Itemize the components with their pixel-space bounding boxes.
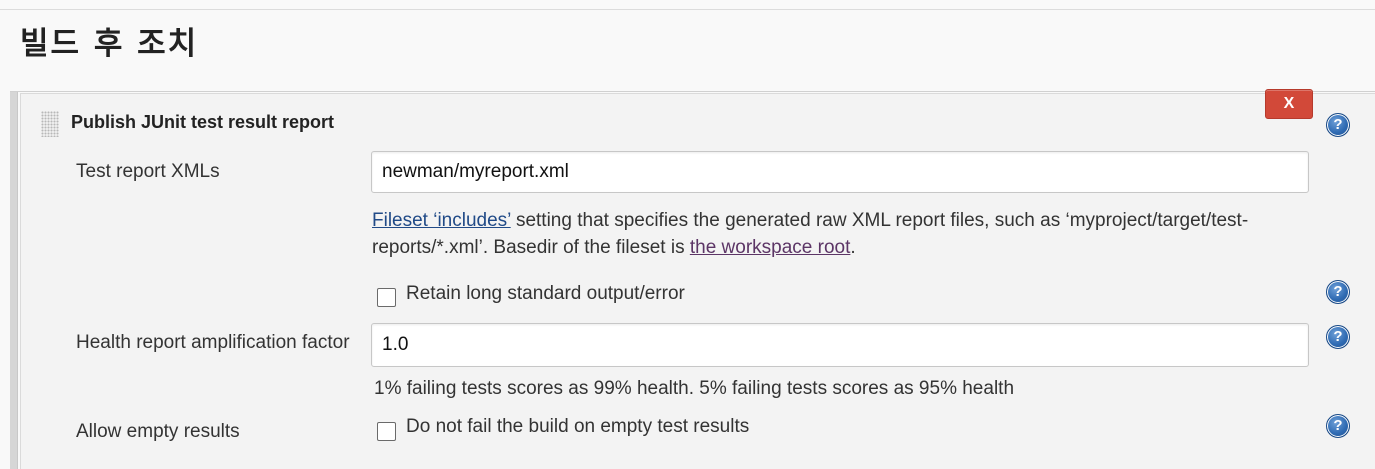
health-factor-input[interactable] (371, 323, 1309, 367)
description-text-2: . (850, 237, 856, 258)
test-report-label: Test report XMLs (76, 161, 220, 182)
health-factor-hint: 1% failing tests scores as 99% health. 5… (374, 378, 1015, 399)
allow-empty-checkbox[interactable] (377, 422, 396, 441)
workspace-root-link[interactable]: the workspace root (690, 237, 851, 258)
section-left-bar (10, 92, 18, 469)
retain-output-label: Retain long standard output/error (406, 283, 685, 304)
fileset-includes-link[interactable]: Fileset ‘includes’ (372, 210, 511, 231)
drag-handle-icon[interactable] (41, 111, 59, 137)
retain-output-help-icon[interactable]: ? (1326, 280, 1350, 304)
retain-output-checkbox[interactable] (377, 288, 396, 307)
junit-step-panel (20, 93, 1375, 469)
allow-empty-label: Allow empty results (76, 421, 240, 442)
test-report-input[interactable] (371, 151, 1309, 193)
health-factor-label: Health report amplification factor (76, 332, 350, 353)
section-divider (10, 91, 1375, 92)
allow-empty-checkbox-label: Do not fail the build on empty test resu… (406, 416, 750, 437)
step-title: Publish JUnit test result report (71, 112, 335, 132)
health-factor-help-icon[interactable]: ? (1326, 325, 1350, 349)
allow-empty-help-icon[interactable]: ? (1326, 414, 1350, 438)
delete-step-button[interactable]: X (1265, 89, 1313, 119)
step-help-icon[interactable]: ? (1326, 113, 1350, 137)
post-build-actions-page: 빌드 후 조치 Publish JUnit test result report… (0, 0, 1375, 469)
section-title: 빌드 후 조치 (20, 26, 199, 62)
top-divider (0, 9, 1375, 10)
test-report-description: Fileset ‘includes’ setting that specifie… (372, 207, 1302, 261)
